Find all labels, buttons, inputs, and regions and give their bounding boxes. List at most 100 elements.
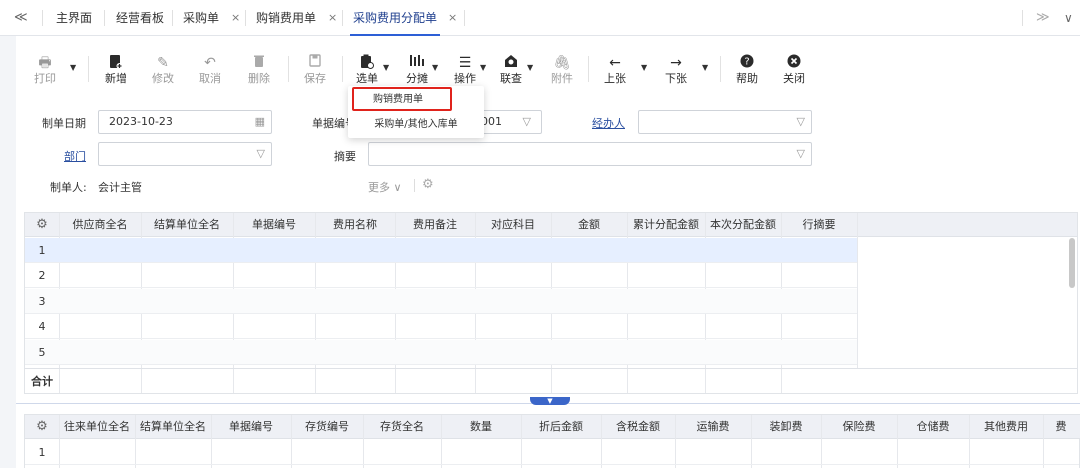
- filter-icon[interactable]: ▽: [523, 111, 531, 133]
- column-header[interactable]: 装卸费: [751, 415, 821, 439]
- table-row[interactable]: 2: [25, 263, 857, 288]
- column-header[interactable]: 结算单位全名: [135, 415, 211, 439]
- cancel-button[interactable]: ↶ 取消: [195, 54, 225, 86]
- scrollbar-thumb[interactable]: [1069, 238, 1075, 288]
- gear-icon[interactable]: ⚙: [25, 213, 59, 237]
- column-header[interactable]: 数量: [441, 415, 521, 439]
- settings-icon[interactable]: ⚙: [422, 177, 434, 192]
- column-header[interactable]: 累计分配金额: [627, 213, 705, 237]
- column-header[interactable]: 其他费用: [969, 415, 1043, 439]
- new-button[interactable]: 新增: [100, 54, 132, 86]
- left-gutter: [0, 36, 16, 468]
- tab-divider: [104, 10, 105, 26]
- floppy-icon: [300, 54, 330, 72]
- close-icon[interactable]: ×: [328, 0, 337, 36]
- column-header[interactable]: 单据编号: [233, 213, 315, 237]
- tab-purchase-order[interactable]: 采购单: [183, 0, 219, 36]
- divider: [414, 179, 415, 192]
- clipboard-icon: [352, 54, 382, 72]
- arrow-right-icon: →: [670, 55, 682, 71]
- link-button[interactable]: 联查: [496, 54, 526, 86]
- summary-field[interactable]: ▽: [368, 142, 812, 166]
- expense-grid: ⚙ 供应商全名 结算单位全名 单据编号 费用名称 费用备注 对应科目 金额 累计…: [24, 212, 1078, 394]
- next-button[interactable]: → 下张: [661, 54, 691, 86]
- grid-line: [857, 213, 858, 369]
- handler-link[interactable]: 经办人: [592, 115, 625, 131]
- split-button[interactable]: 分摊: [402, 54, 432, 86]
- toolbar-divider: [288, 56, 289, 82]
- close-icon[interactable]: ×: [231, 0, 240, 36]
- operate-button[interactable]: ☰ 操作: [450, 54, 480, 86]
- handler-field[interactable]: ▽: [638, 110, 812, 134]
- column-header[interactable]: 本次分配金额: [705, 213, 781, 237]
- tab-expense-allocation[interactable]: 采购费用分配单: [350, 0, 441, 36]
- filter-icon[interactable]: ▽: [797, 143, 805, 165]
- edit-button[interactable]: ✎ 修改: [148, 54, 178, 86]
- column-header[interactable]: 存货编号: [291, 415, 363, 439]
- table-row[interactable]: 4: [25, 314, 857, 339]
- tab-main[interactable]: 主界面: [56, 0, 92, 36]
- table-row[interactable]: 1: [25, 440, 1079, 465]
- help-button[interactable]: ? 帮助: [732, 54, 762, 86]
- gear-icon[interactable]: ⚙: [25, 415, 59, 439]
- table-row[interactable]: 5: [25, 340, 857, 365]
- tab-divider: [245, 10, 246, 26]
- tabs-dropdown-icon[interactable]: ∨: [1064, 0, 1073, 36]
- delete-button[interactable]: 删除: [244, 54, 274, 86]
- column-header[interactable]: 结算单位全名: [141, 213, 233, 237]
- column-header[interactable]: 费用名称: [315, 213, 395, 237]
- column-header[interactable]: 折后金额: [521, 415, 601, 439]
- attachment-button[interactable]: 🖇 附件: [547, 54, 577, 86]
- link-dropdown-icon[interactable]: ▼: [527, 63, 533, 72]
- print-button[interactable]: 🖶 打印: [30, 54, 60, 86]
- column-header[interactable]: 金额: [551, 213, 627, 237]
- summary-label: 摘要: [334, 150, 356, 163]
- collapse-tabs-icon[interactable]: ≪: [14, 0, 28, 36]
- column-header[interactable]: 对应科目: [475, 213, 551, 237]
- pencil-icon: ✎: [157, 55, 169, 71]
- table-row[interactable]: 3: [25, 289, 857, 314]
- column-header[interactable]: 含税金额: [601, 415, 675, 439]
- tab-divider: [1022, 10, 1023, 26]
- column-header[interactable]: 往来单位全名: [59, 415, 135, 439]
- close-button[interactable]: 关闭: [779, 54, 809, 86]
- more-toggle[interactable]: 更多 ∨: [368, 179, 402, 195]
- undo-icon: ↶: [204, 55, 216, 71]
- tab-expense-bill[interactable]: 购销费用单: [256, 0, 316, 36]
- calendar-icon[interactable]: ▦: [255, 111, 265, 133]
- column-header[interactable]: 行摘要: [781, 213, 857, 237]
- table-row[interactable]: 1: [25, 238, 857, 263]
- split-dropdown-icon[interactable]: ▼: [432, 63, 438, 72]
- close-icon[interactable]: ×: [448, 0, 457, 36]
- column-header[interactable]: 费用备注: [395, 213, 475, 237]
- date-field[interactable]: 2023-10-23 ▦: [98, 110, 272, 134]
- list-icon: ☰: [458, 55, 472, 71]
- collapse-panel-toggle[interactable]: ▼: [530, 397, 570, 405]
- column-header[interactable]: 保险费: [821, 415, 897, 439]
- tab-dashboard[interactable]: 经营看板: [116, 0, 164, 36]
- column-header[interactable]: 费: [1043, 415, 1079, 439]
- filter-icon[interactable]: ▽: [257, 143, 265, 165]
- prev-dropdown-icon[interactable]: ▼: [641, 63, 647, 72]
- column-header[interactable]: 仓储费: [897, 415, 969, 439]
- column-header[interactable]: 运输费: [675, 415, 751, 439]
- prev-button[interactable]: ← 上张: [600, 54, 630, 86]
- select-button[interactable]: 选单: [352, 54, 382, 86]
- next-dropdown-icon[interactable]: ▼: [702, 63, 708, 72]
- menu-item-purchase-inbound[interactable]: 采购单/其他入库单: [348, 113, 484, 137]
- column-header[interactable]: 存货全名: [363, 415, 441, 439]
- department-link[interactable]: 部门: [64, 148, 86, 164]
- select-dropdown-icon[interactable]: ▼: [383, 63, 389, 72]
- grid-header: ⚙ 往来单位全名 结算单位全名 单据编号 存货编号 存货全名 数量 折后金额 含…: [25, 415, 1080, 439]
- creator-value: 会计主管: [98, 181, 142, 194]
- arrow-left-icon: ←: [609, 55, 621, 71]
- more-tabs-icon[interactable]: ≫: [1036, 0, 1050, 36]
- total-row: 合计: [25, 368, 1077, 393]
- print-dropdown-icon[interactable]: ▼: [70, 63, 76, 72]
- column-header[interactable]: 供应商全名: [59, 213, 141, 237]
- operate-dropdown-icon[interactable]: ▼: [480, 63, 486, 72]
- filter-icon[interactable]: ▽: [797, 111, 805, 133]
- column-header[interactable]: 单据编号: [211, 415, 291, 439]
- save-button[interactable]: 保存: [300, 54, 330, 86]
- department-field[interactable]: ▽: [98, 142, 272, 166]
